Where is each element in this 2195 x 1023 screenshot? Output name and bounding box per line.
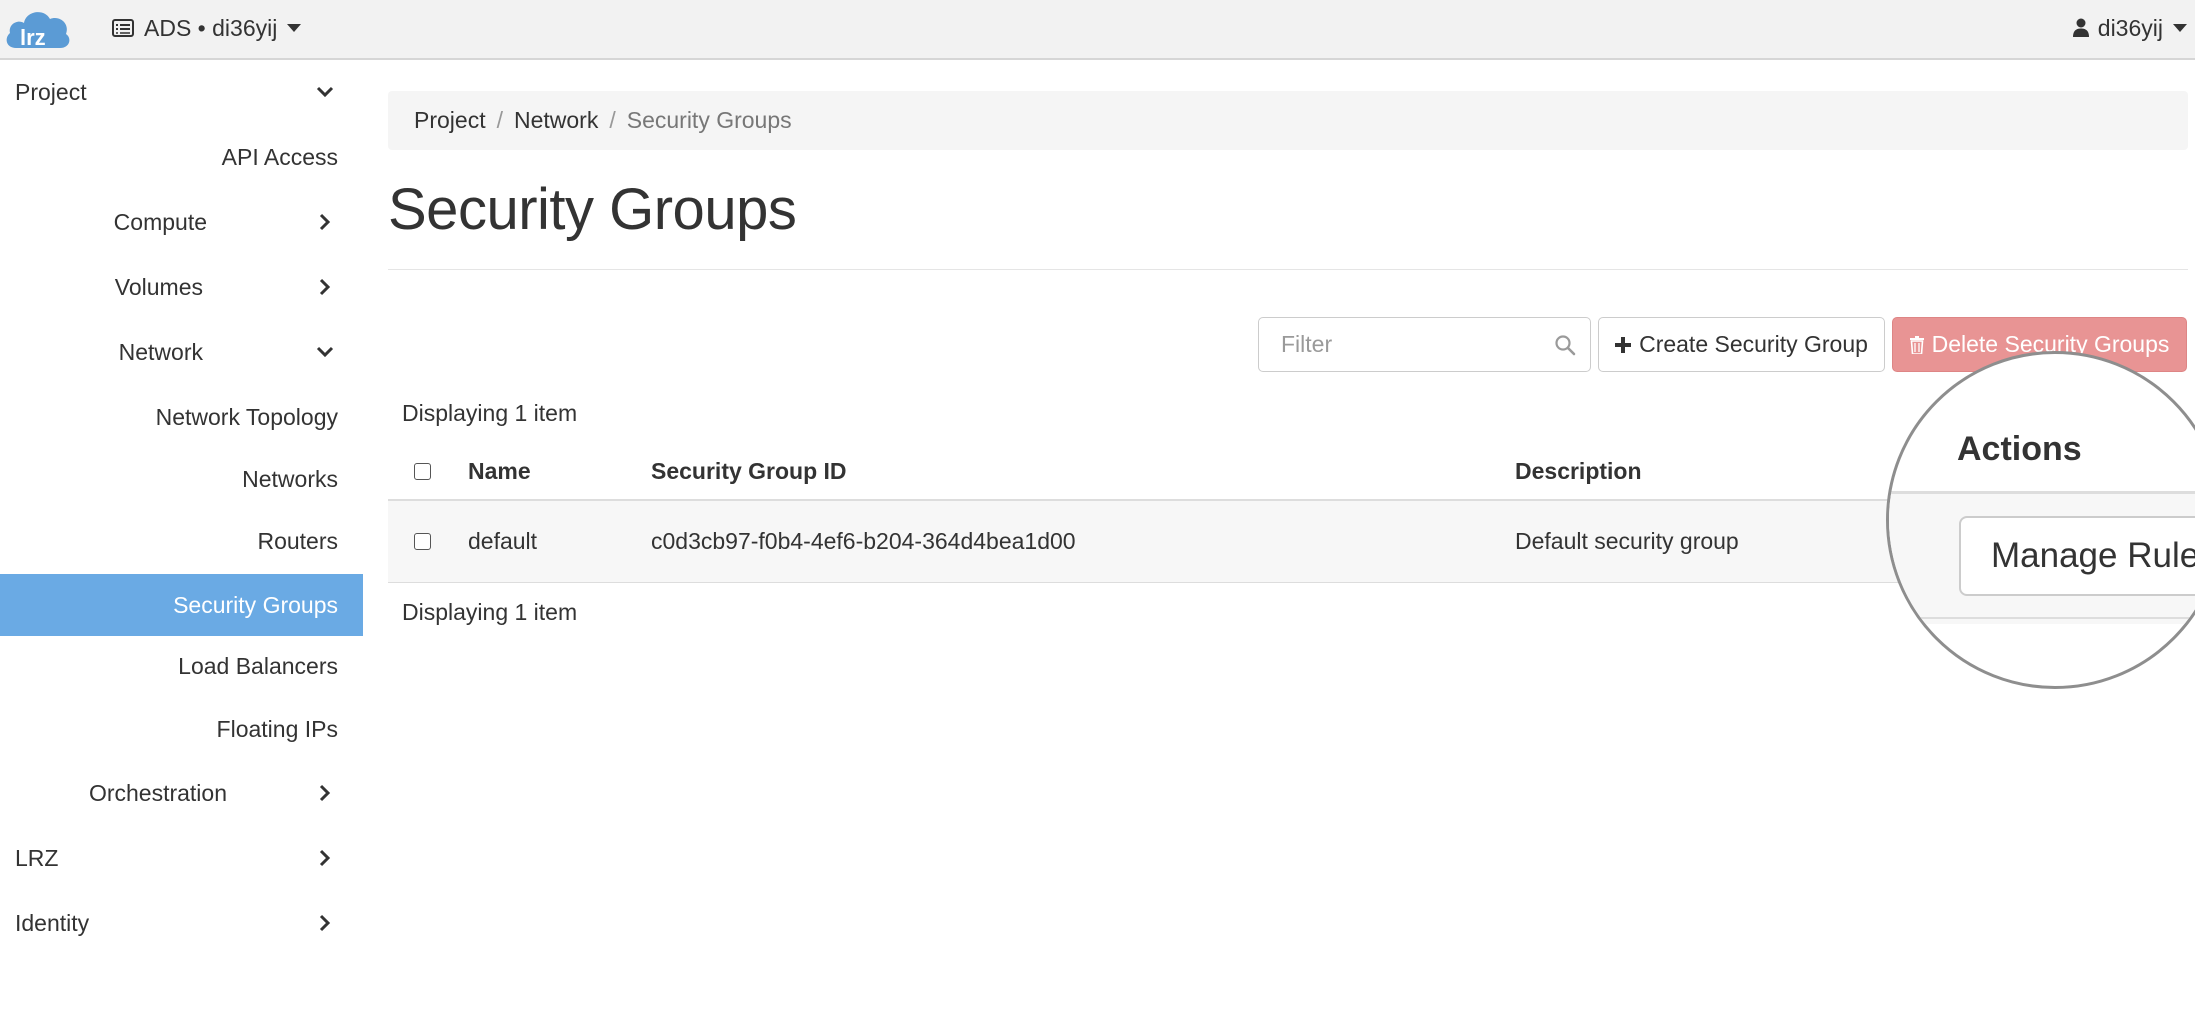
search-icon[interactable]	[1554, 334, 1576, 356]
row-checkbox[interactable]	[414, 533, 431, 550]
sidebar-item-orchestration[interactable]: Orchestration	[0, 763, 363, 823]
chevron-right-icon	[319, 784, 331, 802]
sidebar-item-label: Routers	[257, 528, 338, 554]
cell-name: default	[468, 528, 538, 554]
plus-icon	[1615, 336, 1632, 353]
sidebar-item-label: Security Groups	[173, 592, 338, 618]
sidebar-item-label: Network	[118, 339, 203, 365]
sidebar-item-network-topology[interactable]: Network Topology	[0, 387, 363, 447]
select-all-checkbox[interactable]	[414, 463, 431, 480]
breadcrumb-project[interactable]: Project	[414, 107, 486, 134]
sidebar-item-identity[interactable]: Identity	[0, 893, 363, 953]
logo-text: lrz	[20, 25, 46, 50]
item-count-top: Displaying 1 item	[402, 400, 578, 426]
sidebar-item-compute[interactable]: Compute	[0, 192, 363, 252]
lrz-logo[interactable]: lrz	[4, 2, 72, 54]
sidebar-item-security-groups[interactable]: Security Groups	[0, 574, 363, 636]
user-menu-label: di36yij	[2097, 14, 2163, 41]
sidebar-item-network[interactable]: Network	[0, 322, 363, 382]
cell-description: Default security group	[1515, 528, 1739, 554]
filter-field	[1258, 317, 1591, 372]
sidebar-item-volumes[interactable]: Volumes	[0, 257, 363, 317]
breadcrumb-separator: /	[496, 107, 503, 133]
title-divider	[388, 269, 2188, 270]
column-header-actions: Actions	[1957, 430, 2082, 468]
manage-rules-label: Manage Rules	[1991, 536, 2195, 575]
sidebar-item-api-access[interactable]: API Access	[0, 127, 363, 187]
sidebar-item-floating-ips[interactable]: Floating IPs	[0, 699, 363, 759]
filter-input[interactable]	[1259, 318, 1549, 371]
row-divider	[1889, 617, 2195, 619]
column-header-description[interactable]: Description	[1515, 458, 1642, 485]
breadcrumb: Project / Network / Security Groups	[388, 91, 2188, 150]
column-header-name[interactable]: Name	[468, 458, 531, 485]
sidebar-item-networks[interactable]: Networks	[0, 449, 363, 509]
project-switcher[interactable]: ADS • di36yij	[112, 12, 302, 44]
breadcrumb-current: Security Groups	[626, 107, 792, 133]
caret-down-icon	[2173, 24, 2187, 32]
sidebar-item-label: Networks	[242, 466, 338, 492]
chevron-right-icon	[319, 914, 331, 932]
sidebar-item-label: Orchestration	[88, 780, 227, 806]
create-security-group-label: Create Security Group	[1639, 331, 1868, 357]
sidebar-item-label: API Access	[221, 144, 338, 170]
sidebar-item-label: Compute	[113, 209, 207, 235]
chevron-right-icon	[319, 213, 331, 231]
sidebar-item-label: LRZ	[15, 845, 59, 871]
create-security-group-button[interactable]: Create Security Group	[1598, 317, 1885, 372]
chevron-right-icon	[319, 278, 331, 296]
sidebar-item-lrz[interactable]: LRZ	[0, 828, 363, 888]
manage-rules-button[interactable]: Manage Rules	[1959, 516, 2195, 596]
project-switcher-label: ADS • di36yij	[144, 14, 278, 41]
breadcrumb-network[interactable]: Network	[514, 107, 598, 134]
user-icon	[2072, 18, 2089, 37]
sidebar-item-label: Volumes	[114, 274, 203, 300]
sidebar-item-label: Network Topology	[155, 404, 338, 430]
chevron-down-icon	[316, 86, 334, 98]
cell-security-group-id: c0d3cb97-f0b4-4ef6-b204-364d4bea1d00	[651, 528, 1076, 554]
column-header-id[interactable]: Security Group ID	[651, 458, 847, 485]
zoom-magnifier: Actions Manage Rules	[1886, 351, 2195, 689]
top-navbar: lrz ADS • di36yij di36yij	[0, 0, 2195, 60]
caret-down-icon	[287, 24, 302, 32]
sidebar-item-label: Floating IPs	[216, 716, 338, 742]
sidebar-item-label: Project	[15, 79, 87, 105]
sidebar-item-label: Load Balancers	[178, 653, 338, 679]
project-list-icon	[112, 19, 134, 37]
sidebar-item-routers[interactable]: Routers	[0, 511, 363, 571]
trash-icon	[1909, 335, 1924, 354]
breadcrumb-separator: /	[609, 107, 616, 133]
chevron-down-icon	[316, 346, 334, 358]
page-title: Security Groups	[388, 177, 797, 242]
sidebar-item-project[interactable]: Project	[0, 62, 363, 122]
item-count-bottom: Displaying 1 item	[402, 599, 578, 625]
chevron-right-icon	[319, 849, 331, 867]
user-menu[interactable]: di36yij	[2072, 12, 2195, 44]
sidebar-item-load-balancers[interactable]: Load Balancers	[0, 636, 363, 696]
sidebar-item-label: Identity	[15, 910, 90, 936]
